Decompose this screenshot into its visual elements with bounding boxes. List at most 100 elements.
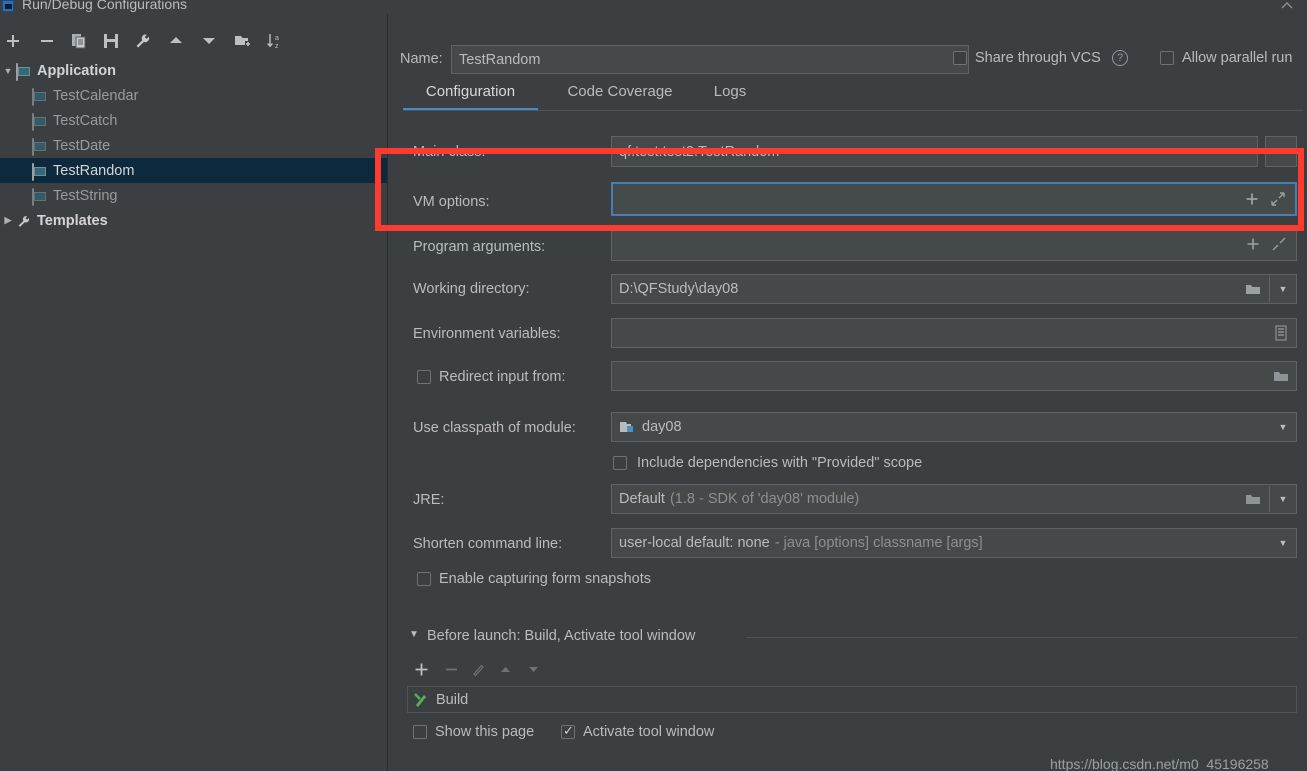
editor-tabs: Configuration Code Coverage Logs: [403, 78, 1303, 111]
tree-node-label: TestDate: [53, 137, 111, 154]
tree-node-testdate[interactable]: TestDate: [0, 133, 387, 158]
list-icon[interactable]: [1268, 319, 1294, 347]
edit-task-button[interactable]: [467, 658, 489, 680]
application-icon: [16, 62, 32, 81]
configurations-tree[interactable]: ▼ Application TestCalendar TestCatch Tes…: [0, 58, 387, 229]
shorten-command-line-hint: - java [options] classname [args]: [774, 535, 983, 551]
configuration-editor-panel: Name: Share through VCS ? Allow parallel…: [389, 14, 1307, 771]
before-launch-task-row[interactable]: Build: [407, 686, 1297, 713]
include-dependencies-checkbox[interactable]: [613, 456, 627, 470]
tab-label: Configuration: [425, 83, 516, 100]
plus-icon[interactable]: [1240, 228, 1266, 260]
program-arguments-label: Program arguments:: [413, 239, 546, 255]
application-icon: [32, 162, 48, 181]
run-debug-configurations-dialog: Run/Debug Configurations a z ▼ Applicati…: [0, 0, 1307, 771]
title-bar: Run/Debug Configurations: [0, 0, 1307, 14]
move-task-down-button[interactable]: [522, 658, 544, 680]
tree-node-testrandom[interactable]: TestRandom: [0, 158, 387, 183]
tree-node-label: TestCatch: [53, 112, 118, 129]
expand-icon[interactable]: [1266, 228, 1292, 260]
form-snapshots-checkbox[interactable]: [417, 572, 431, 586]
main-class-field[interactable]: qf.test.test2.TestRandom: [611, 136, 1258, 167]
question-mark-icon[interactable]: ?: [1112, 50, 1128, 66]
tree-node-testcatch[interactable]: TestCatch: [0, 108, 387, 133]
program-arguments-input[interactable]: [611, 227, 1297, 261]
remove-task-button[interactable]: [440, 658, 462, 680]
plus-icon[interactable]: [1239, 184, 1265, 214]
tab-logs[interactable]: Logs: [700, 78, 760, 111]
sort-configurations-button[interactable]: a z: [262, 28, 288, 54]
main-class-label: Main class:: [413, 144, 486, 160]
tab-label: Logs: [713, 83, 747, 100]
redirect-input-label: Redirect input from:: [439, 369, 566, 385]
tree-node-testcalendar[interactable]: TestCalendar: [0, 83, 387, 108]
activate-tool-window-checkbox[interactable]: [561, 723, 575, 739]
vm-options-input[interactable]: [611, 182, 1297, 216]
activate-tool-window-label: Activate tool window: [583, 724, 715, 740]
add-task-button[interactable]: [410, 658, 432, 680]
idea-icon: [2, 0, 14, 12]
vm-options-label: VM options:: [413, 194, 490, 210]
folder-icon[interactable]: [1240, 275, 1266, 303]
shorten-command-line-label: Shorten command line:: [413, 536, 563, 552]
tabs-divider: [403, 110, 1303, 111]
folder-icon[interactable]: [1268, 362, 1294, 390]
form-snapshots-label: Enable capturing form snapshots: [439, 571, 651, 587]
triangle-down-icon[interactable]: ▼: [409, 629, 425, 645]
application-icon: [32, 187, 48, 206]
move-down-button[interactable]: [196, 28, 222, 54]
shorten-command-line-combo[interactable]: user-local default: none - java [options…: [611, 528, 1297, 558]
name-input[interactable]: [451, 45, 969, 74]
redirect-input-checkbox[interactable]: [417, 370, 431, 384]
tab-configuration[interactable]: Configuration: [403, 78, 538, 111]
show-this-page-checkbox[interactable]: [413, 725, 427, 739]
tree-node-label: TestCalendar: [53, 87, 139, 104]
move-task-up-button[interactable]: [494, 658, 516, 680]
triangle-down-icon[interactable]: ▼: [0, 66, 16, 76]
redirect-input-field[interactable]: [611, 361, 1297, 391]
window-title: Run/Debug Configurations: [22, 0, 187, 12]
share-through-vcs-checkbox[interactable]: [953, 51, 967, 65]
name-label: Name:: [400, 51, 443, 67]
chevron-down-icon[interactable]: ▼: [1270, 275, 1296, 303]
add-configuration-button[interactable]: [0, 28, 26, 54]
chevron-down-icon[interactable]: ▼: [1270, 413, 1296, 441]
edit-templates-button[interactable]: [130, 28, 156, 54]
tab-label: Code Coverage: [567, 83, 673, 100]
module-icon: [619, 420, 635, 434]
before-launch-task-label: Build: [436, 691, 469, 708]
jre-value: Default: [619, 491, 665, 507]
configurations-panel: a z ▼ Application TestCalendar TestCatch: [0, 14, 388, 771]
working-directory-field[interactable]: D:\QFStudy\day08 ▼: [611, 274, 1297, 304]
save-configuration-button[interactable]: [98, 28, 124, 54]
working-directory-value: D:\QFStudy\day08: [619, 281, 739, 297]
application-icon: [32, 87, 48, 106]
jre-combo[interactable]: Default (1.8 - SDK of 'day08' module) ▼: [611, 484, 1297, 514]
folder-icon[interactable]: [1240, 485, 1266, 513]
expand-icon[interactable]: [1265, 184, 1291, 214]
configurations-toolbar: a z: [0, 28, 388, 58]
chevron-down-icon[interactable]: ▼: [1270, 529, 1296, 557]
jre-label: JRE:: [413, 492, 445, 508]
application-icon: [32, 137, 48, 156]
build-hammer-icon: [412, 691, 430, 709]
show-this-page-label: Show this page: [435, 724, 535, 740]
move-up-button[interactable]: [163, 28, 189, 54]
chevron-up-icon[interactable]: [1280, 1, 1294, 11]
allow-parallel-run-checkbox[interactable]: [1160, 51, 1174, 65]
chevron-down-icon[interactable]: ▼: [1270, 485, 1296, 513]
classpath-module-combo[interactable]: day08 ▼: [611, 412, 1297, 442]
remove-configuration-button[interactable]: [34, 28, 60, 54]
triangle-right-icon[interactable]: ▶: [0, 215, 16, 226]
copy-configuration-button[interactable]: [66, 28, 92, 54]
application-icon: [32, 112, 48, 131]
tree-node-application[interactable]: ▼ Application: [0, 58, 387, 83]
new-folder-button[interactable]: [230, 28, 256, 54]
tree-node-templates[interactable]: ▶ Templates: [0, 208, 387, 233]
main-class-browse-button[interactable]: [1265, 136, 1297, 167]
environment-variables-field[interactable]: [611, 318, 1297, 348]
tab-code-coverage[interactable]: Code Coverage: [550, 78, 690, 111]
include-dependencies-label: Include dependencies with "Provided" sco…: [637, 455, 923, 471]
tree-node-teststring[interactable]: TestString: [0, 183, 387, 208]
tree-node-label: Application: [37, 62, 116, 79]
